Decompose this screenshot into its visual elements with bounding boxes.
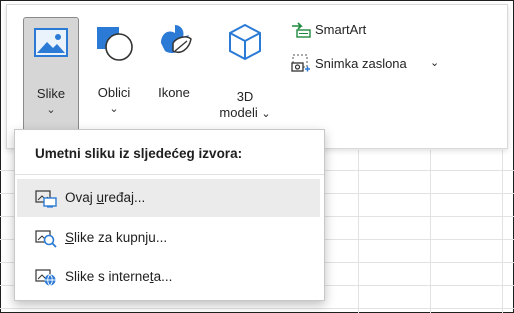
menu-item-label: Slike za kupnju... [65, 230, 168, 245]
chevron-down-icon: ⌄ [109, 103, 119, 115]
menu-item-stock-images[interactable]: Slike za kupnju... [17, 219, 320, 257]
pictures-button[interactable]: Slike ⌄ [23, 17, 79, 137]
icons-icon [161, 25, 192, 53]
online-pictures-icon [35, 269, 56, 287]
chevron-down-icon: ⌄ [430, 57, 440, 69]
menu-item-label: Slike s interneta... [65, 269, 173, 284]
illustrations-ribbon-group: Slike ⌄ Oblici ⌄ Ikone 3D modeli ⌄ Smart… [6, 4, 508, 149]
icons-button[interactable]: Ikone [147, 17, 201, 135]
menu-item-label: Ovaj uređaj... [65, 190, 146, 205]
menu-item-this-device[interactable]: Ovaj uređaj... [17, 179, 320, 217]
cube-icon [229, 23, 261, 61]
chevron-down-icon: ⌄ [261, 108, 271, 120]
this-device-icon [35, 190, 57, 208]
icons-label: Ikone [158, 85, 190, 100]
shapes-button[interactable]: Oblici ⌄ [87, 17, 141, 135]
screenshot-label: Snimka zaslona [315, 56, 407, 71]
smartart-button[interactable]: SmartArt [291, 21, 411, 41]
insert-picture-menu: Umetni sliku iz sljedećeg izvora: Ovaj u… [14, 129, 325, 301]
shapes-label: Oblici [97, 85, 131, 100]
smartart-label: SmartArt [315, 22, 367, 37]
3d-models-label-line1: 3D [236, 89, 254, 104]
menu-header: Umetni sliku iz sljedećeg izvora: [35, 146, 243, 161]
screenshot-button[interactable]: Snimka zaslona ⌄ [291, 53, 471, 75]
smartart-icon [292, 22, 311, 38]
stock-images-icon [35, 230, 57, 248]
3d-models-label-line2: modeli ⌄ [219, 105, 271, 120]
menu-divider [15, 174, 324, 175]
screenshot-icon [291, 54, 310, 72]
picture-icon [34, 28, 68, 57]
menu-item-online-pictures[interactable]: Slike s interneta... [17, 258, 320, 296]
shapes-icon [97, 27, 133, 61]
3d-models-button[interactable]: 3D modeli ⌄ [215, 17, 275, 135]
chevron-down-icon: ⌄ [46, 104, 56, 116]
pictures-label: Slike [36, 86, 66, 101]
